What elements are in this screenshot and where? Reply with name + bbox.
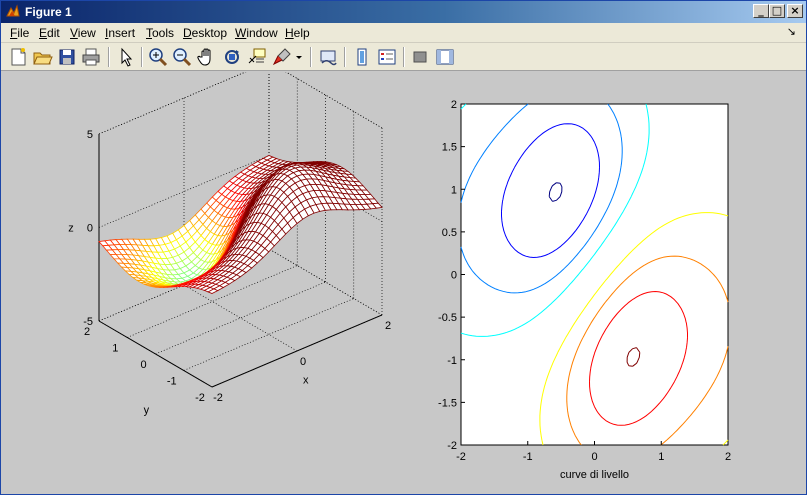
menu-insert[interactable]: Insert: [105, 26, 135, 40]
surface-gridline: [183, 298, 354, 371]
figure-plots: -202-2-1012-505xyz-2 -1 0 1 221.510.50-0.5-1…: [68, 72, 731, 481]
contour-y-tick-label: 2: [451, 99, 457, 111]
z-tick-label: -5: [83, 316, 93, 328]
toolbar-separator: [141, 47, 143, 67]
contour-x-tick-label: -2: [456, 451, 466, 463]
menu-file[interactable]: File: [10, 26, 29, 40]
x-axis-label: x: [303, 375, 309, 387]
show-plot-tools-icon[interactable]: [434, 46, 456, 68]
contour-x-tick-label: 2: [725, 451, 731, 463]
figure-toolbar: [1, 43, 806, 71]
y-tick-label: -2: [195, 392, 205, 404]
pan-hand-icon[interactable]: [196, 46, 218, 68]
window-title: Figure 1: [25, 5, 72, 19]
x-tick-label: 0: [300, 356, 306, 368]
edit-plot-arrow-icon[interactable]: [115, 46, 137, 68]
brush-dropdown-arrow-icon[interactable]: [294, 46, 304, 68]
menu-desktop[interactable]: Desktop: [183, 26, 227, 40]
contour-y-tick-label: 0: [451, 270, 457, 282]
data-cursor-icon[interactable]: [246, 46, 268, 68]
surface-gridline: [183, 284, 298, 352]
maximize-button[interactable]: □: [769, 4, 785, 18]
contour-x-tick-label: -1: [523, 451, 533, 463]
z-axis-label: z: [68, 223, 74, 235]
contour-x-tick-label: 0: [591, 451, 597, 463]
contour-x-axis-label: curve di livello: [560, 469, 629, 481]
contour-y-tick-label: -2: [447, 440, 457, 452]
z-tick-label: 0: [87, 223, 93, 235]
figure-window: Figure 1 _ □ × File Edit View Insert Too…: [0, 0, 807, 495]
y-tick-label: -1: [167, 376, 177, 388]
close-button[interactable]: ×: [787, 4, 803, 18]
minimize-button[interactable]: _: [753, 4, 769, 18]
menu-window[interactable]: Window: [235, 26, 278, 40]
y-axis-label: y: [144, 405, 150, 417]
zoom-in-icon[interactable]: [147, 46, 169, 68]
brush-icon[interactable]: [271, 46, 293, 68]
surface-gridline: [155, 281, 326, 355]
menu-help[interactable]: Help: [285, 26, 310, 40]
toolbar-separator: [344, 47, 346, 67]
contour-y-tick-label: 1.5: [442, 142, 457, 154]
toolbar-separator: [310, 47, 312, 67]
surface-box-edge: [98, 72, 247, 135]
open-file-icon[interactable]: [31, 46, 53, 68]
surface-mesh: [98, 155, 383, 294]
colorbar-icon[interactable]: [351, 46, 373, 68]
x-tick-label: 2: [385, 320, 391, 332]
rotate-3d-icon[interactable]: [221, 46, 243, 68]
z-tick-label: 5: [87, 129, 93, 141]
print-icon[interactable]: [80, 46, 102, 68]
x-tick-label: -2: [213, 392, 223, 404]
link-plot-icon[interactable]: [317, 46, 339, 68]
save-icon[interactable]: [56, 46, 78, 68]
contour-y-tick-label: 0.5: [442, 227, 457, 239]
surface-gridline: [98, 72, 247, 135]
matlab-figure-icon: [6, 4, 20, 17]
contour-x-tick-label: 1: [658, 451, 664, 463]
menu-view[interactable]: View: [70, 26, 96, 40]
menu-tools[interactable]: Tools: [146, 26, 174, 40]
zoom-out-icon[interactable]: [171, 46, 193, 68]
title-bar[interactable]: Figure 1 _ □ ×: [1, 1, 806, 23]
new-figure-icon[interactable]: [7, 46, 29, 68]
contour-y-tick-label: -0.5: [438, 312, 457, 324]
contour-y-tick-label: -1.5: [438, 397, 457, 409]
x-axis-line: [211, 314, 383, 388]
menu-edit[interactable]: Edit: [39, 26, 60, 40]
figure-canvas: -2 0 2 -2 -1 0 1 2 -5 0 5 x y z -2 -1 0 1 2 2 1.5 1 0.5 0 -0.5 -1…: [1, 72, 806, 494]
toolbar-separator: [403, 47, 405, 67]
menu-bar: File Edit View Insert Tools Desktop Wind…: [1, 23, 806, 43]
legend-icon[interactable]: [376, 46, 398, 68]
contour-y-tick-label: 1: [451, 184, 457, 196]
dock-arrow-icon[interactable]: ↘: [787, 25, 796, 38]
y-tick-label: 1: [112, 343, 118, 355]
contour-axes: [460, 103, 729, 446]
hide-plot-tools-icon[interactable]: [409, 46, 431, 68]
contour-y-tick-label: -1: [447, 355, 457, 367]
y-tick-label: 0: [140, 359, 146, 371]
contour-plot-area: [460, 103, 729, 446]
toolbar-separator: [108, 47, 110, 67]
